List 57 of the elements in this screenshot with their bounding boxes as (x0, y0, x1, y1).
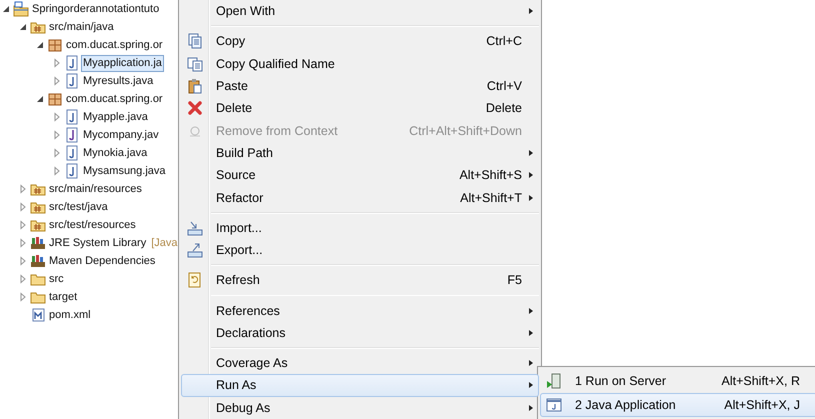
java-file-icon (64, 163, 80, 179)
menu-item[interactable]: Run As (181, 374, 539, 397)
menu-item[interactable]: Copy Ctrl+C (181, 30, 539, 53)
menu-item[interactable]: Debug As (181, 396, 539, 419)
tree-item-label[interactable]: Myapplication.ja (81, 54, 164, 72)
tree-item-label[interactable]: Mycompany.jav (81, 126, 161, 144)
menu-item[interactable]: Build Path (181, 142, 539, 164)
menu-item[interactable]: Export... (181, 238, 539, 262)
library-icon (30, 253, 46, 269)
java-interface-icon (64, 127, 80, 143)
delete-icon (187, 100, 203, 116)
menu-item[interactable]: 2 Java Application Alt+Shift+X, J (540, 393, 815, 417)
tree-item-label[interactable]: Maven Dependencies (47, 252, 158, 270)
tree-item-label[interactable]: com.ducat.spring.or (64, 90, 165, 108)
java-app-icon (546, 397, 562, 413)
maven-file-icon (30, 307, 46, 323)
menu-item[interactable]: Copy Qualified Name (181, 52, 539, 75)
menu-item[interactable]: Paste Ctrl+V (181, 74, 539, 98)
tree-item-suffix: [Java (151, 237, 178, 249)
copy-icon (187, 33, 203, 50)
menu-item[interactable]: Delete Delete (181, 97, 539, 120)
run-server-icon (546, 373, 562, 389)
tree-item-label[interactable]: Springorderannotationtuto (30, 0, 162, 18)
refresh-icon (187, 272, 203, 288)
menu-item[interactable]: 1 Run on Server Alt+Shift+X, R (540, 369, 815, 393)
java-file-icon (64, 73, 80, 89)
tree-item-label[interactable]: src/main/java (47, 18, 116, 36)
copy-name-icon (187, 56, 203, 72)
export-icon (187, 242, 203, 258)
import-icon (187, 220, 203, 236)
tree-item-label[interactable]: Mysamsung.java (81, 162, 168, 180)
package-icon (47, 91, 63, 107)
tree-item-label[interactable]: src/test/resources (47, 216, 138, 234)
tree-item-label[interactable]: Myresults.java (81, 72, 156, 90)
menu-item[interactable]: Refactor Alt+Shift+T (181, 186, 539, 209)
java-file-icon (64, 109, 80, 125)
tree-item-label[interactable]: JRE System Library (47, 234, 148, 252)
tree-item-label[interactable]: src/main/resources (47, 180, 144, 198)
menu-item[interactable]: Declarations (181, 322, 539, 344)
tree-item-label[interactable]: Myapple.java (81, 108, 150, 126)
paste-icon (187, 78, 203, 94)
tree-item-label[interactable]: com.ducat.spring.or (64, 36, 165, 54)
tree-item-label[interactable]: Mynokia.java (81, 144, 150, 162)
tree-item-label[interactable]: src (47, 270, 66, 288)
tree-item-label[interactable]: target (47, 288, 80, 306)
java-file-icon (64, 55, 80, 71)
menu-item[interactable]: Coverage As (181, 352, 539, 374)
library-icon (30, 235, 46, 251)
package-icon (47, 37, 63, 53)
menu-item[interactable]: Open With (181, 0, 539, 22)
menu-item[interactable]: References (181, 299, 539, 322)
tree-item-label[interactable]: pom.xml (47, 306, 93, 324)
menu-item[interactable]: Refresh F5 (181, 269, 539, 292)
menu-item[interactable]: Source Alt+Shift+S (181, 164, 539, 186)
tree-item-label[interactable]: src/test/java (47, 198, 110, 216)
java-file-icon (64, 145, 80, 161)
menu-item[interactable]: Import... (181, 216, 539, 239)
